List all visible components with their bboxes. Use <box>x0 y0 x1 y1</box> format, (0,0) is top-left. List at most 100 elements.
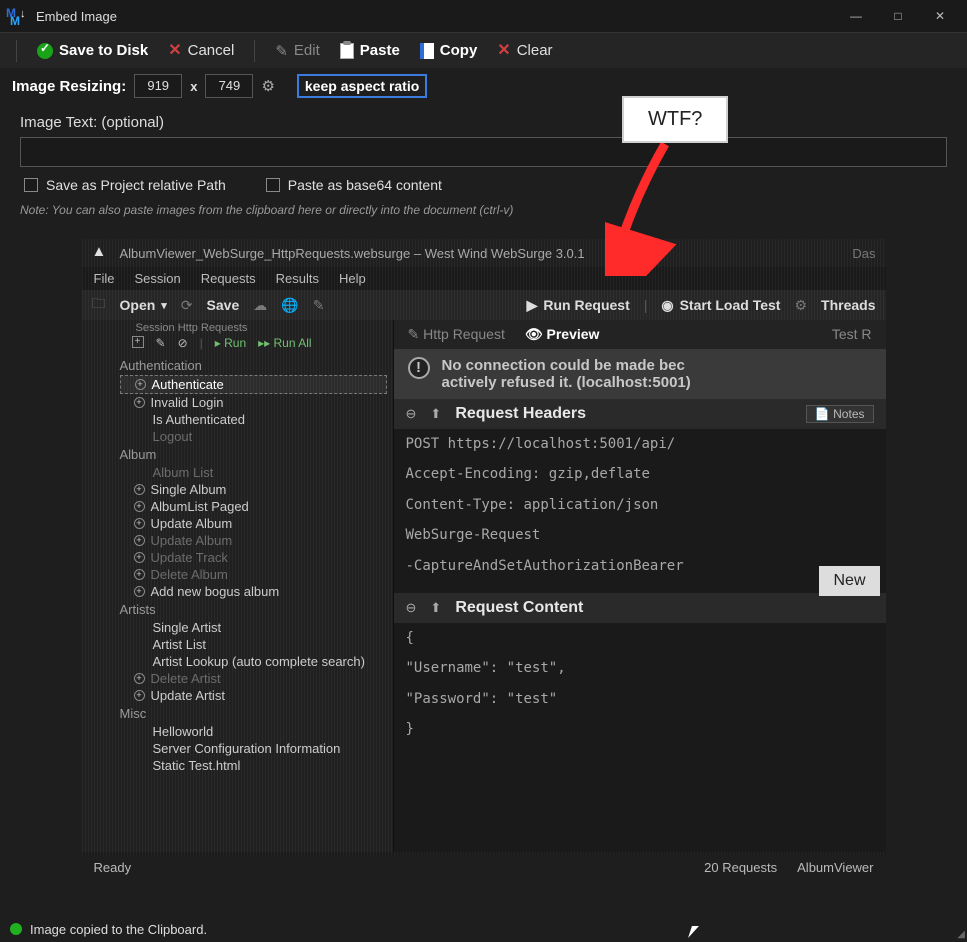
paste-button[interactable]: Paste <box>334 38 406 63</box>
menu-file[interactable]: File <box>94 271 115 286</box>
checkbox-icon <box>266 178 280 192</box>
copy-label: Copy <box>440 42 478 59</box>
menu-requests[interactable]: Requests <box>201 271 256 286</box>
image-text-input[interactable] <box>20 137 947 167</box>
edit-button[interactable]: ✎ Edit <box>269 38 325 64</box>
tree-item[interactable]: +Update Album <box>120 532 387 549</box>
tree-item-label: Delete Album <box>151 567 228 582</box>
folder-icon: 🗀 <box>92 293 106 317</box>
tab-http-request[interactable]: ✎ Http Request <box>408 326 505 343</box>
tree-item[interactable]: +Authenticate <box>120 375 387 394</box>
resize-grip-icon: ◢ <box>957 929 965 940</box>
tree-item[interactable]: Logout <box>120 428 387 445</box>
close-button[interactable]: ✕ <box>919 1 961 31</box>
tab-test[interactable]: Test R <box>832 326 872 343</box>
add-icon[interactable]: + <box>132 336 144 348</box>
relative-path-checkbox[interactable]: Save as Project relative Path <box>24 177 226 193</box>
maximize-button[interactable]: □ <box>877 1 919 31</box>
relative-path-label: Save as Project relative Path <box>46 177 226 193</box>
gear-icon[interactable]: ⚙ <box>794 297 807 314</box>
tree-item[interactable]: Artist Lookup (auto complete search) <box>120 653 387 670</box>
hint-note: Note: You can also paste images from the… <box>0 197 967 227</box>
tree-item[interactable]: +Update Album <box>120 515 387 532</box>
width-input[interactable]: 919 <box>134 74 182 98</box>
x-icon: ✕ <box>168 44 181 58</box>
x-separator: x <box>190 79 197 94</box>
tree-item[interactable]: Is Authenticated <box>120 411 387 428</box>
tree-item[interactable]: Album List <box>120 464 387 481</box>
tree-item[interactable]: +Single Album <box>120 481 387 498</box>
plus-icon: + <box>134 552 145 563</box>
tree-item[interactable]: +Invalid Login <box>120 394 387 411</box>
menu-help[interactable]: Help <box>339 271 366 286</box>
open-button[interactable]: Open ▾ <box>120 297 167 313</box>
save-to-disk-label: Save to Disk <box>59 42 148 59</box>
menu-session[interactable]: Session <box>134 271 180 286</box>
clear-button[interactable]: ✕ Clear <box>491 38 558 63</box>
left-panel: Session Http Requests + ✎ ⊘ | ▸ Run ▸▸ R… <box>82 320 394 852</box>
request-headers-header: ⊖ ⬆ Request Headers 📄 Notes <box>394 399 886 429</box>
cancel-button[interactable]: ✕ Cancel <box>162 38 240 63</box>
tree-item-label: Logout <box>153 429 193 444</box>
height-input[interactable]: 749 <box>205 74 253 98</box>
inner-title-bar: AlbumViewer_WebSurge_HttpRequests.websur… <box>82 239 886 267</box>
tree-item-label: Server Configuration Information <box>153 741 341 756</box>
globe-icon[interactable]: 🌐 <box>281 297 298 314</box>
save-to-disk-button[interactable]: Save to Disk <box>31 38 154 63</box>
title-bar: M↓M Embed Image — □ ✕ <box>0 0 967 32</box>
keep-aspect-ratio-button[interactable]: keep aspect ratio <box>297 74 427 98</box>
plus-icon: + <box>134 586 145 597</box>
inner-toolbar: 🗀 Open ▾ ⟳ Save ☁ 🌐 ✎ ▶ Run Request | ◉ … <box>82 290 886 320</box>
edit-icon[interactable]: ✎ <box>156 336 166 350</box>
tree-group: Misc <box>120 704 387 723</box>
tab-preview[interactable]: 👁 Preview <box>525 326 600 343</box>
tree-item[interactable]: Server Configuration Information <box>120 740 387 757</box>
tree-item[interactable]: Artist List <box>120 636 387 653</box>
collapse-icon[interactable]: ⊖ <box>406 406 417 422</box>
tree-item[interactable]: +Update Artist <box>120 687 387 704</box>
copy-button[interactable]: Copy <box>414 38 484 63</box>
clipboard-icon <box>340 43 354 59</box>
inner-right-word: Das <box>852 246 875 261</box>
run-request-button[interactable]: ▶ Run Request <box>527 297 630 314</box>
new-button[interactable]: New <box>819 566 879 596</box>
save-button[interactable]: Save <box>207 297 240 313</box>
tree-item-label: Delete Artist <box>151 671 221 686</box>
collapse-icon[interactable]: ⊖ <box>406 600 417 616</box>
run-button[interactable]: ▸ Run <box>215 336 246 350</box>
header-line: Accept-Encoding: gzip,deflate <box>394 459 886 489</box>
header-line: Content-Type: application/json <box>394 490 886 520</box>
notes-button[interactable]: 📄 Notes <box>806 405 874 423</box>
copy-icon <box>420 43 434 59</box>
tree-item[interactable]: +AlbumList Paged <box>120 498 387 515</box>
tree-item-label: AlbumList Paged <box>151 499 249 514</box>
plus-icon: + <box>134 484 145 495</box>
x-icon: ✕ <box>497 44 510 58</box>
base64-checkbox[interactable]: Paste as base64 content <box>266 177 442 193</box>
tree-group: Album <box>120 445 387 464</box>
tree-item[interactable]: +Delete Album <box>120 566 387 583</box>
tree-item[interactable]: +Delete Artist <box>120 670 387 687</box>
preview-image: AlbumViewer_WebSurge_HttpRequests.websur… <box>82 239 886 879</box>
plus-icon: + <box>134 690 145 701</box>
start-load-test-button[interactable]: ◉ Start Load Test <box>661 297 780 314</box>
tree-item-label: Invalid Login <box>151 395 224 410</box>
header-line: -CaptureAndSetAuthorizationBearer <box>394 551 886 581</box>
pencil-icon: ✎ <box>275 42 288 60</box>
tree-item[interactable]: +Update Track <box>120 549 387 566</box>
tree-item[interactable]: Static Test.html <box>120 757 387 774</box>
edit-icon[interactable]: ✎ <box>313 297 325 314</box>
run-all-button[interactable]: ▸▸ Run All <box>258 336 311 350</box>
inner-menu-bar: File Session Requests Results Help <box>82 267 886 290</box>
refresh-icon[interactable]: ⟳ <box>181 297 193 314</box>
remove-icon[interactable]: ⊘ <box>178 336 188 350</box>
body-line: "Username": "test", <box>394 653 886 683</box>
minimize-button[interactable]: — <box>835 1 877 31</box>
tree-item[interactable]: Single Artist <box>120 619 387 636</box>
check-icon <box>37 43 53 59</box>
tree-item[interactable]: Helloworld <box>120 723 387 740</box>
menu-results[interactable]: Results <box>276 271 319 286</box>
gear-icon[interactable]: ⚙ <box>261 77 274 95</box>
tree-item[interactable]: +Add new bogus album <box>120 583 387 600</box>
cloud-icon[interactable]: ☁ <box>253 297 267 314</box>
